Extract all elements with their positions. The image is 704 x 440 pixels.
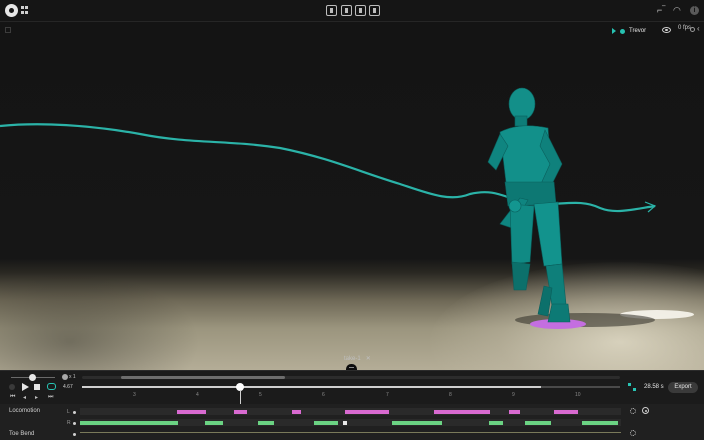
right-foot-contact[interactable] [205, 420, 223, 425]
timeline-tick-label: 3 [133, 392, 136, 398]
timeline-tick-label: 7 [386, 392, 389, 398]
right-foot-contact[interactable] [489, 420, 503, 425]
character-color-dot [620, 28, 625, 34]
take-tab[interactable]: take-1 ✕ [344, 355, 371, 363]
right-foot-lane[interactable] [80, 419, 621, 426]
capture-icon[interactable] [326, 5, 337, 16]
3d-viewport[interactable]: Trevor 0 fps ‹ [0, 22, 704, 370]
timeline-tick-label: 5 [259, 392, 262, 398]
speed-slider-knob[interactable] [29, 374, 36, 381]
play-indicator-icon [612, 28, 616, 34]
app-logo-icon[interactable] [5, 4, 18, 17]
left-foot-lane[interactable] [80, 408, 621, 415]
eye-icon[interactable] [662, 27, 671, 33]
chevron-left-icon[interactable]: ‹ [697, 24, 700, 33]
motion-path-layer [0, 87, 657, 329]
left-foot-contact[interactable] [434, 409, 490, 414]
track-dot[interactable] [73, 411, 76, 414]
loop-toggle[interactable] [47, 383, 56, 390]
left-foot-contact[interactable] [509, 409, 520, 414]
right-foot-contact[interactable] [525, 420, 551, 425]
timeline-tick-label: 6 [322, 392, 325, 398]
right-foot-contact[interactable] [582, 420, 618, 425]
top-toolbar: ⌐‾ ◠ i [0, 0, 704, 22]
step-forward-icon[interactable]: ▸ [35, 394, 38, 401]
save-icon[interactable] [369, 5, 380, 16]
speed-icon [62, 374, 68, 380]
duration-icon[interactable] [628, 383, 636, 391]
grid-icon[interactable] [21, 6, 29, 14]
speed-label: x 1 [69, 374, 76, 380]
info-icon[interactable]: i [690, 6, 699, 15]
stop-button[interactable] [34, 384, 40, 390]
step-back-icon[interactable]: ◂ [23, 394, 26, 401]
playback-scrubber[interactable] [82, 386, 620, 388]
timeline-tick-label: 9 [512, 392, 515, 398]
skip-end-icon[interactable]: ⏭ [48, 394, 53, 401]
right-foot-contact[interactable] [314, 420, 338, 425]
left-foot-contact[interactable] [345, 409, 389, 414]
play-button[interactable] [22, 383, 29, 391]
take-name: take-1 [344, 355, 361, 362]
character-model [487, 87, 571, 323]
record-button[interactable] [9, 384, 15, 390]
duration-readout: 28.58 s [644, 384, 664, 390]
right-foot-contact[interactable] [80, 420, 178, 425]
timeline-tick-label: 4 [196, 392, 199, 398]
left-foot-contact[interactable] [554, 409, 578, 414]
keyframe-marker[interactable] [343, 420, 347, 425]
toe-bend-curve[interactable] [80, 432, 621, 433]
track-side-right: R [67, 420, 71, 426]
current-time: 4.67 [63, 384, 73, 390]
track-label-toe-bend: Toe Bend [9, 431, 35, 437]
record-status-icon[interactable] [690, 27, 695, 32]
left-foot-contact[interactable] [177, 409, 206, 414]
left-foot-contact[interactable] [234, 409, 247, 414]
timeline-scroll-thumb[interactable] [121, 376, 285, 379]
timeline-tick-label: 8 [449, 392, 452, 398]
track-side-left: L [67, 409, 70, 415]
gear-icon[interactable] [630, 430, 636, 436]
target-icon[interactable] [642, 407, 649, 414]
graph-icon[interactable]: ⌐‾ [657, 5, 665, 16]
headset-icon[interactable] [355, 5, 366, 16]
track-label-locomotion: Locomotion [9, 408, 41, 414]
skip-start-icon[interactable]: ⏮ [10, 394, 15, 401]
scrubber-remaining [541, 386, 620, 388]
right-foot-contact[interactable] [258, 420, 274, 425]
track-dot[interactable] [73, 422, 76, 425]
right-foot-contact[interactable] [392, 420, 442, 425]
left-foot-contact[interactable] [292, 409, 301, 414]
character-name: Trevor [629, 28, 647, 34]
track-list: Locomotion L R Toe Bend [0, 404, 704, 440]
close-icon[interactable]: ✕ [366, 355, 371, 362]
track-dot[interactable] [73, 433, 76, 436]
export-button[interactable]: Export [668, 382, 698, 393]
wifi-icon[interactable]: ◠ [673, 5, 681, 16]
retarget-icon[interactable] [341, 5, 352, 16]
gear-icon[interactable] [630, 408, 636, 414]
character-selector[interactable]: Trevor [612, 26, 646, 36]
timeline-tick-label: 10 [575, 392, 581, 398]
